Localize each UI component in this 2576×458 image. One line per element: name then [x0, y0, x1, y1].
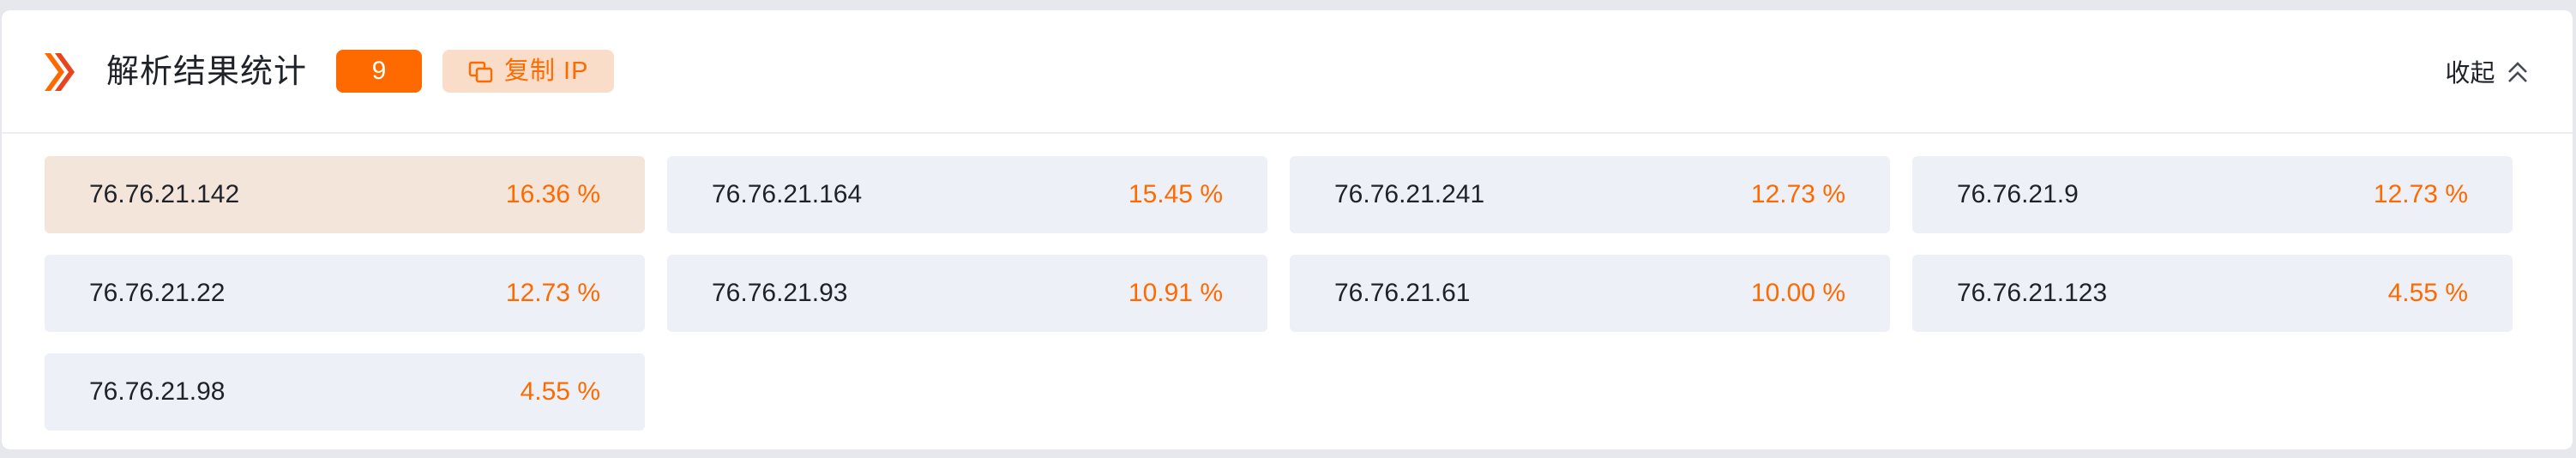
copy-icon: [468, 61, 493, 83]
result-ip: 76.76.21.61: [1334, 279, 1471, 307]
result-cell[interactable]: 76.76.21.241 12.73 %: [1290, 156, 1890, 233]
collapse-label: 收起: [2445, 60, 2495, 87]
result-percent: 12.73 %: [2373, 180, 2468, 208]
page-title: 解析结果统计: [106, 54, 308, 90]
result-cell[interactable]: 76.76.21.142 16.36 %: [45, 156, 645, 233]
collapse-toggle[interactable]: 收起: [2446, 58, 2530, 89]
copy-ip-button[interactable]: 复制 IP: [442, 50, 614, 93]
panel-header: 解析结果统计 9 复制 IP 收起: [2, 10, 2573, 134]
result-cell[interactable]: 76.76.21.9 12.73 %: [1912, 156, 2513, 233]
result-percent: 12.73 %: [505, 279, 600, 307]
result-ip: 76.76.21.123: [1957, 279, 2108, 307]
double-chevron-up-icon: [2508, 62, 2527, 82]
result-cell[interactable]: 76.76.21.22 12.73 %: [45, 255, 645, 332]
result-percent: 4.55 %: [520, 377, 600, 406]
result-percent: 15.45 %: [1128, 180, 1223, 208]
copy-ip-label: 复制 IP: [504, 57, 589, 85]
double-chevron-right-icon: [45, 53, 75, 91]
result-ip: 76.76.21.9: [1957, 180, 2079, 208]
result-stats-panel: 解析结果统计 9 复制 IP 收起 76.76.21.142 16.36 % 76.…: [2, 10, 2573, 449]
result-percent: 12.73 %: [1750, 180, 1845, 208]
result-percent: 10.00 %: [1750, 279, 1845, 307]
result-ip: 76.76.21.142: [89, 180, 240, 208]
result-cell[interactable]: 76.76.21.93 10.91 %: [667, 255, 1267, 332]
result-percent: 16.36 %: [505, 180, 600, 208]
result-cell[interactable]: 76.76.21.123 4.55 %: [1912, 255, 2513, 332]
result-ip: 76.76.21.164: [712, 180, 863, 208]
result-percent: 4.55 %: [2387, 279, 2468, 307]
result-cell[interactable]: 76.76.21.98 4.55 %: [45, 353, 645, 431]
result-cell[interactable]: 76.76.21.164 15.45 %: [667, 156, 1267, 233]
result-ip: 76.76.21.22: [89, 279, 226, 307]
result-ip: 76.76.21.241: [1334, 180, 1485, 208]
result-ip: 76.76.21.98: [89, 377, 226, 406]
result-cell[interactable]: 76.76.21.61 10.00 %: [1290, 255, 1890, 332]
result-percent: 10.91 %: [1128, 279, 1223, 307]
result-ip: 76.76.21.93: [712, 279, 848, 307]
count-badge: 9: [336, 50, 422, 93]
